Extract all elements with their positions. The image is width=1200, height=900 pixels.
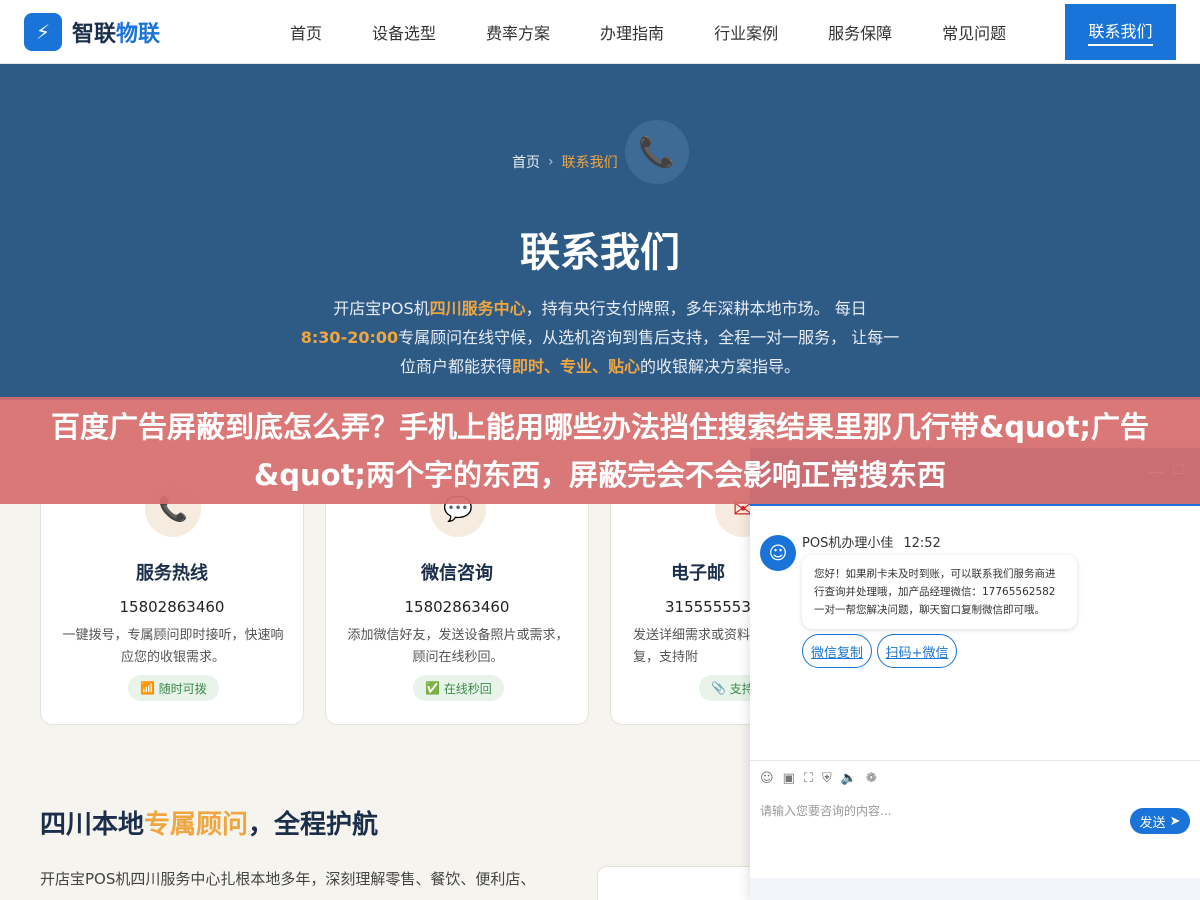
section-title-1: 四川本地 (40, 810, 145, 840)
hero-desc-4: 的收银解决方案指导。 (640, 357, 801, 376)
signal-icon: 📶 (140, 681, 155, 695)
send-button[interactable]: 发送 ➤ (1130, 808, 1190, 834)
nav-home[interactable]: 首页 (290, 20, 322, 44)
shield-icon[interactable]: ⛨ (822, 771, 832, 786)
nav-faq[interactable]: 常见问题 (942, 20, 1006, 44)
overlay-banner: 百度广告屏蔽到底怎么弄？手机上能用哪些办法挡住搜索结果里那几行带&quot;广告… (0, 397, 1200, 504)
copy-wechat-button[interactable]: 微信复制 (802, 634, 872, 668)
hero-desc-highlight-3: 即时、专业、贴心 (511, 357, 640, 376)
site-logo[interactable]: ⚡ 智联物联 (24, 12, 160, 51)
agent-name-text: POS机办理小佳 (802, 536, 894, 551)
chat-footer (750, 878, 1200, 900)
overlay-text: 百度广告屏蔽到底怎么弄？手机上能用哪些办法挡住搜索结果里那几行带&quot;广告… (50, 409, 1150, 492)
card-description: 一键拨号，专属顾问即时接听，快速响应您的收银需求。 (62, 628, 284, 665)
logo-text-accent: 物联 (116, 21, 161, 47)
scan-wechat-button[interactable]: 扫码+微信 (877, 634, 957, 668)
badge-label: 在线秒回 (443, 681, 492, 696)
main-nav: 首页 设备选型 费率方案 办理指南 行业案例 服务保障 常见问题 (290, 0, 1056, 64)
message-time: 12:52 (903, 536, 941, 551)
message-bubble: 您好！如果刷卡未及时到账，可以联系我们服务商进行查询并处理哦，加产品经理微信：1… (802, 555, 1077, 629)
hero-desc-highlight-2: 8:30-20:00 (300, 328, 399, 347)
hero-desc-1: 开店宝POS机 (333, 299, 430, 318)
card-description: 发送详细需求或资料复，支持附 (633, 628, 751, 665)
logo-text: 智联物联 (72, 16, 160, 48)
chat-widget[interactable]: — ☐ ☺ POS机办理小佳12:52 您好！如果刷卡未及时到账，可以联系我们服… (750, 448, 1200, 900)
hero-desc-highlight-1: 四川服务中心 (429, 299, 526, 318)
image-icon[interactable]: ▣ (783, 771, 795, 786)
card-number: 15802863460 (119, 598, 225, 616)
breadcrumb-separator: › (548, 154, 554, 170)
check-icon: ✅ (425, 681, 440, 695)
status-badge: ✅ 在线秒回 (413, 675, 504, 701)
nav-devices[interactable]: 设备选型 (372, 20, 436, 44)
lightning-icon: ⚡ (24, 12, 62, 51)
section-text: 开店宝POS机四川服务中心扎根本地多年，深刻理解零售、餐饮、便利店、 (40, 870, 536, 888)
wechat-icon[interactable]: ❁ (866, 771, 877, 786)
nav-cases[interactable]: 行业案例 (714, 20, 778, 44)
breadcrumb-home[interactable]: 首页 (512, 152, 540, 172)
site-header: ⚡ 智联物联 首页 设备选型 费率方案 办理指南 行业案例 服务保障 常见问题 … (0, 0, 1200, 64)
card-number: 15802863460 (404, 598, 510, 616)
send-icon: ➤ (1169, 813, 1181, 829)
screenshot-icon[interactable]: ⛶ (804, 771, 813, 786)
card-description: 添加微信好友，发送设备照片或需求，顾问在线秒回。 (347, 628, 569, 665)
sound-icon[interactable]: 🔈 (841, 771, 857, 786)
agent-avatar-icon: ☺ (760, 535, 796, 571)
chat-messages: ☺ POS机办理小佳 12:52 您好！如果刷卡未及时到账，可以联系我们服务商进行… (750, 510, 1200, 760)
badge-label: 随时可拨 (158, 681, 207, 696)
logo-text-main: 智联 (72, 21, 117, 47)
phone-icon: 📞 (625, 120, 689, 184)
status-badge: 📶 随时可拨 (128, 675, 219, 701)
breadcrumb-current: 联系我们 (561, 155, 618, 171)
nav-service[interactable]: 服务保障 (828, 20, 892, 44)
emoji-icon[interactable]: ☺ (760, 771, 774, 786)
card-title: 服务热线 (136, 563, 208, 584)
section-title: 四川本地专属顾问，全程护航 (40, 804, 378, 841)
agent-name: POS机办理小佳 12:52 (802, 532, 941, 551)
nav-contact-label: 联系我们 (1088, 18, 1153, 46)
chat-input[interactable]: 请输入您要咨询的内容... (760, 802, 891, 819)
hero-section: 首页 › 联系我们 📞 联系我们 开店宝POS机四川服务中心，持有央行支付牌照，… (0, 64, 1200, 400)
hero-description: 开店宝POS机四川服务中心，持有央行支付牌照，多年深耕本地市场。 每日 8:30-… (300, 294, 900, 381)
send-label: 发送 (1139, 815, 1166, 831)
nav-guide[interactable]: 办理指南 (600, 20, 664, 44)
section-title-2: ，全程护航 (248, 810, 379, 840)
page-title: 联系我们 (520, 230, 680, 276)
card-title: 微信咨询 (421, 563, 493, 584)
breadcrumb: 首页 › 联系我们 (512, 152, 618, 172)
chat-toolbar: ☺ ▣ ⛶ ⛨ 🔈 ❁ (750, 760, 1200, 796)
section-title-highlight: 专属顾问 (144, 810, 249, 840)
hero-desc-2: ，持有央行支付牌照，多年深耕本地市场。 每日 (525, 299, 867, 318)
nav-contact-button[interactable]: 联系我们 (1065, 4, 1176, 60)
clip-icon: 📎 (711, 681, 726, 695)
nav-rates[interactable]: 费率方案 (486, 20, 550, 44)
